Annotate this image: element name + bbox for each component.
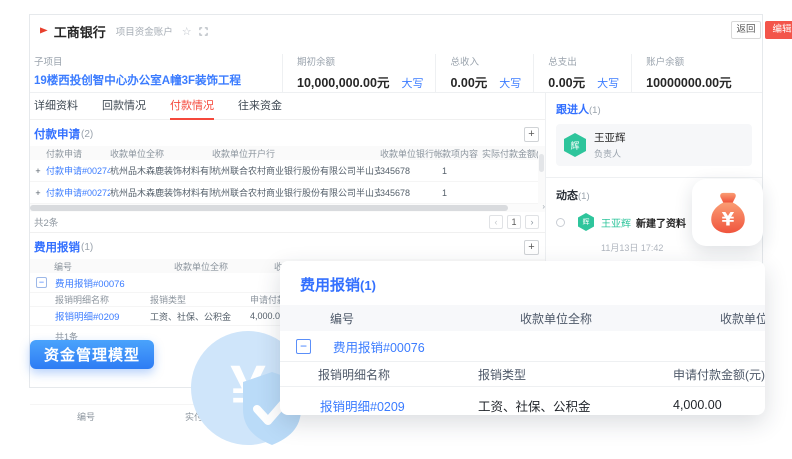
collapse-row-icon[interactable]: −: [36, 277, 47, 288]
expense-link[interactable]: 费用报销#00076: [55, 276, 125, 290]
add-expense-button[interactable]: +: [524, 240, 539, 255]
detail-link[interactable]: 报销明细#0209: [55, 309, 150, 323]
overlay-title: 费用报销(1): [280, 261, 765, 295]
followers-title: 跟进人(1): [556, 101, 752, 117]
fund-icon-card: ¥: [692, 179, 763, 246]
horizontal-scrollbar[interactable]: ›: [30, 204, 545, 212]
daxie-link[interactable]: 大写: [499, 78, 521, 90]
section-title: 费用报销: [34, 239, 80, 255]
overlay-detail-header: 报销明细名称 报销类型 申请付款金额(元): [280, 361, 765, 387]
pagination: ‹ 1 ›: [489, 215, 539, 229]
prev-page-button[interactable]: ‹: [489, 215, 503, 229]
table-header-row: 付款申请 收款单位全称 收款单位开户行 收款单位银行帐号 款项内容 实际付款金额…: [30, 146, 545, 160]
activity-user[interactable]: 王亚辉: [601, 215, 631, 230]
add-payment-request-button[interactable]: +: [524, 127, 539, 142]
tab-detail-info[interactable]: 详细资料: [34, 93, 78, 120]
detail-link[interactable]: 报销明细#0209: [320, 396, 478, 415]
payment-request-table: 付款申请 收款单位全称 收款单位开户行 收款单位银行帐号 款项内容 实际付款金额…: [30, 146, 545, 212]
tab-current-funds[interactable]: 往来资金: [238, 93, 282, 120]
section-title: 付款申请: [34, 126, 80, 142]
back-button[interactable]: 返回: [731, 21, 761, 39]
payment-request-link[interactable]: 付款申请#00272: [46, 186, 110, 199]
vertical-scrollbar[interactable]: [538, 146, 545, 204]
field-total-expense: 总支出 0.00元大写: [533, 54, 631, 92]
model-name-badge: 资金管理模型: [30, 340, 154, 369]
account-type-label: 项目资金账户: [116, 24, 173, 38]
daxie-link[interactable]: 大写: [597, 78, 619, 90]
avatar: 辉: [564, 133, 586, 157]
brand-arrow-icon: ▶: [40, 27, 48, 35]
page-number[interactable]: 1: [507, 215, 521, 229]
follower-role: 负责人: [594, 147, 626, 160]
star-icon[interactable]: ☆: [182, 25, 192, 38]
collapse-row-icon[interactable]: −: [296, 339, 311, 354]
next-page-button[interactable]: ›: [525, 215, 539, 229]
edit-button[interactable]: 编辑: [765, 21, 792, 39]
field-subproject: 子项目 19楼西投创智中心办公室A幢3F装饰工程: [34, 54, 282, 92]
subproject-link[interactable]: 19楼西投创智中心办公室A幢3F装饰工程: [34, 72, 270, 88]
follower-name: 王亚辉: [594, 130, 626, 145]
daxie-link[interactable]: 大写: [401, 78, 423, 90]
row-count: 共2条: [34, 215, 58, 229]
money-bag-icon: ¥: [705, 189, 751, 237]
tab-payment-status[interactable]: 付款情况: [170, 93, 214, 120]
expense-link[interactable]: 费用报销#00076: [333, 337, 425, 356]
follower-card[interactable]: 辉 王亚辉 负责人: [556, 124, 752, 166]
expand-row-icon[interactable]: +: [30, 166, 46, 176]
field-total-income: 总收入 0.00元大写: [435, 54, 533, 92]
avatar: 辉: [578, 213, 594, 231]
payment-request-link[interactable]: 付款申请#00274: [46, 164, 110, 177]
fullscreen-icon[interactable]: [199, 27, 208, 36]
svg-text:¥: ¥: [721, 209, 734, 230]
field-opening-balance: 期初余额 10,000,000.00元大写: [282, 54, 435, 92]
field-account-balance: 账户余额 10000000.00元: [631, 54, 744, 92]
overlay-detail-row: 报销明细#0209 工资、社保、公积金 4,000.00: [280, 387, 765, 415]
overlay-header-row: 编号 收款单位全称 收款单位开户行: [280, 305, 765, 331]
table-row: + 付款申请#00274 杭州品木森鹿装饰材料有限公司 杭州联合农村商业银行股份…: [30, 160, 545, 182]
expand-row-icon[interactable]: +: [30, 188, 46, 198]
overlay-expense-row: − 费用报销#00076: [280, 331, 765, 361]
bank-name: 工商银行: [54, 22, 106, 41]
expense-zoom-card: 费用报销(1) 编号 收款单位全称 收款单位开户行 − 费用报销#00076 报…: [280, 261, 765, 415]
expense-section-head: 费用报销 (1) +: [30, 233, 545, 259]
scroll-right-icon[interactable]: ›: [542, 202, 545, 211]
payment-request-section-head: 付款申请 (2) +: [30, 120, 545, 146]
tab-receipt-status[interactable]: 回款情况: [102, 93, 146, 120]
table-row: + 付款申请#00272 杭州品木森鹿装饰材料有限公司 杭州联合农村商业银行股份…: [30, 182, 545, 204]
activity-action: 新建了资料: [636, 215, 686, 230]
divider: [546, 177, 762, 178]
account-summary-row: 子项目 19楼西投创智中心办公室A幢3F装饰工程 期初余额 10,000,000…: [30, 47, 762, 93]
detail-tabs: 详细资料 回款情况 付款情况 往来资金: [30, 93, 545, 120]
scrollbar-thumb[interactable]: [30, 205, 508, 211]
topbar: ▶ 工商银行 项目资金账户 ☆: [30, 15, 762, 47]
payment-table-footer: 共2条 ‹ 1 ›: [30, 212, 545, 230]
clock-icon: [556, 218, 565, 227]
